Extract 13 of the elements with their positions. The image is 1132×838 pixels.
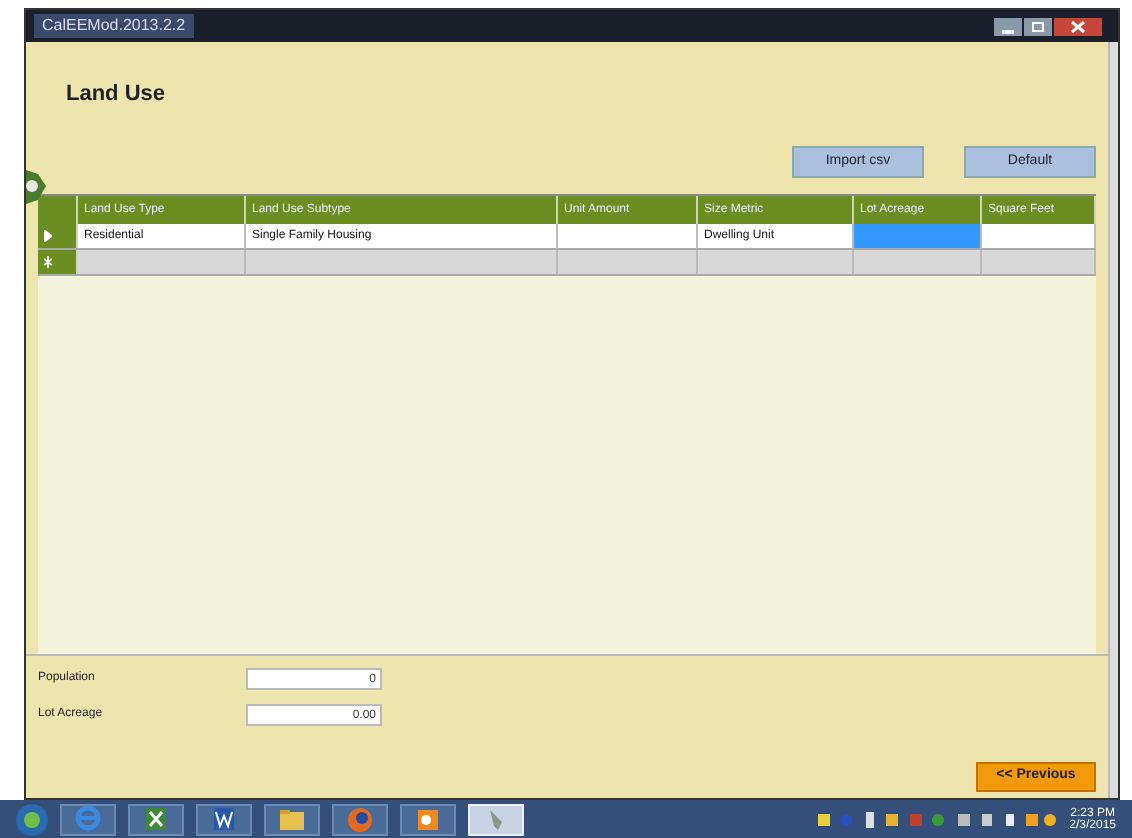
maximize-icon[interactable] (1024, 17, 1052, 35)
taskbar-button[interactable] (196, 803, 252, 835)
minimize-icon[interactable] (994, 17, 1022, 35)
start-icon[interactable] (16, 803, 48, 835)
window-title: CalEEMod.2013.2.2 (34, 14, 194, 38)
close-icon[interactable] (1054, 17, 1102, 35)
tray-icons[interactable] (817, 809, 1058, 829)
page-title: Land Use (66, 79, 166, 110)
table-cell[interactable] (854, 224, 982, 248)
taskbar-button[interactable] (128, 803, 184, 835)
scrollbar[interactable] (1108, 42, 1118, 798)
taskbar-button[interactable] (264, 803, 320, 835)
taskbar-button[interactable] (400, 803, 456, 835)
